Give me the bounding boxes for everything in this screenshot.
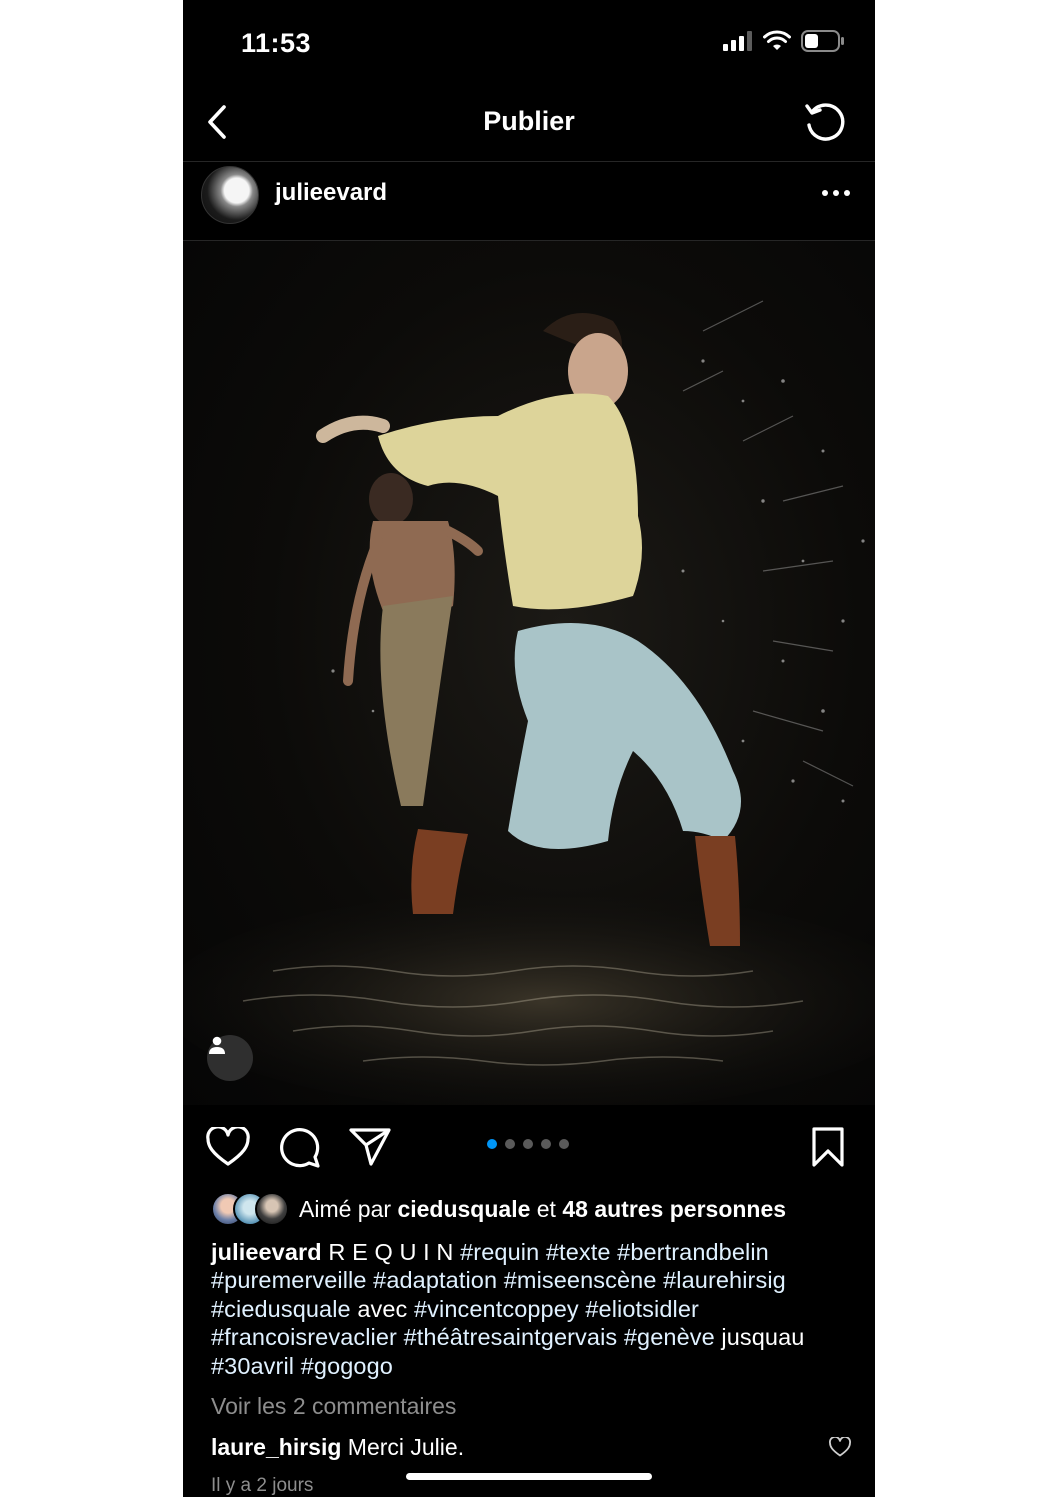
paper-plane-icon xyxy=(349,1127,391,1172)
status-bar: 11:53 xyxy=(183,0,875,88)
wifi-icon xyxy=(763,30,791,57)
likes-text: Aimé par ciedusquale et 48 autres person… xyxy=(299,1196,786,1223)
page-title: Publier xyxy=(483,106,575,136)
home-indicator[interactable] xyxy=(406,1473,652,1480)
comment-username[interactable]: laure_hirsig xyxy=(211,1434,341,1460)
hashtag-link[interactable]: #miseenscène xyxy=(504,1267,657,1293)
post-caption: julieevard R E Q U I N #requin #texte #b… xyxy=(211,1238,851,1380)
comment-like-button[interactable] xyxy=(829,1436,851,1461)
likes-summary[interactable]: Aimé par ciedusquale et 48 autres person… xyxy=(211,1191,786,1227)
hashtag-link[interactable]: #texte xyxy=(546,1239,611,1265)
like-button[interactable] xyxy=(205,1124,251,1172)
caption-fragment xyxy=(397,1324,404,1350)
hashtag-link[interactable]: #genève xyxy=(624,1324,715,1350)
nav-bar: Publier xyxy=(183,88,875,160)
likes-prefix: Aimé par xyxy=(299,1195,392,1222)
carousel-dot xyxy=(505,1139,515,1149)
hashtag-link[interactable]: #puremerveille xyxy=(211,1267,367,1293)
liker-avatar xyxy=(255,1192,289,1226)
signal-icon xyxy=(723,31,753,56)
hashtag-link[interactable]: #30avril xyxy=(211,1353,294,1379)
caption-fragment xyxy=(617,1324,624,1350)
hashtag-link[interactable]: #eliotsidler xyxy=(585,1296,699,1322)
view-comments-link[interactable]: Voir les 2 commentaires xyxy=(211,1393,456,1420)
user-tag-button[interactable] xyxy=(207,1035,253,1081)
refresh-icon xyxy=(803,103,849,150)
caption-username[interactable]: julieevard xyxy=(211,1239,322,1265)
comment-icon xyxy=(279,1126,321,1173)
action-bar xyxy=(183,1118,875,1178)
refresh-button[interactable] xyxy=(803,100,849,146)
save-button[interactable] xyxy=(805,1126,851,1172)
status-time: 11:53 xyxy=(241,28,312,58)
share-button[interactable] xyxy=(347,1126,393,1172)
hashtag-link[interactable]: #théâtresaintgervais xyxy=(404,1324,618,1350)
bookmark-icon xyxy=(811,1126,845,1172)
carousel-dot xyxy=(487,1139,497,1149)
carousel-dot xyxy=(559,1139,569,1149)
caption-fragment xyxy=(539,1239,546,1265)
likes-others[interactable]: 48 autres personnes xyxy=(562,1196,786,1222)
more-horizontal-icon xyxy=(821,184,851,202)
hashtag-link[interactable]: #vincentcoppey xyxy=(414,1296,579,1322)
caption-fragment xyxy=(497,1267,504,1293)
hashtag-link[interactable]: #gogogo xyxy=(301,1353,393,1379)
post-image[interactable] xyxy=(183,241,875,1105)
caption-fragment: R E Q U I N xyxy=(321,1239,461,1265)
hashtag-link[interactable]: #bertrandbelin xyxy=(617,1239,769,1265)
hashtag-link[interactable]: #requin xyxy=(460,1239,539,1265)
comment-item: laure_hirsig Merci Julie. xyxy=(211,1434,464,1461)
hashtag-link[interactable]: #laurehirsig xyxy=(663,1267,786,1293)
hashtag-link[interactable]: #adaptation xyxy=(373,1267,497,1293)
hashtag-link[interactable]: #francoisrevaclier xyxy=(211,1324,397,1350)
avatar[interactable] xyxy=(201,166,259,224)
caption-fragment: jusquau xyxy=(714,1324,805,1351)
caption-fragment xyxy=(294,1353,301,1379)
comment-button[interactable] xyxy=(277,1126,323,1172)
phone-screen: 11:53 Publier julieevard Aimé par ciedus… xyxy=(183,0,875,1497)
stage-photo-illustration xyxy=(183,300,875,1105)
carousel-dot xyxy=(523,1139,533,1149)
carousel-dot xyxy=(541,1139,551,1149)
background-dancer xyxy=(343,473,483,806)
post-username[interactable]: julieevard xyxy=(275,179,387,207)
heart-icon xyxy=(829,1436,851,1461)
status-icons xyxy=(723,30,845,57)
post-time-ago: Il y a 2 jours xyxy=(211,1475,314,1496)
caption-fragment: avec xyxy=(350,1295,415,1322)
comment-text: Merci Julie. xyxy=(347,1434,465,1460)
hashtag-link[interactable]: #ciedusquale xyxy=(211,1296,351,1322)
more-options-button[interactable] xyxy=(819,176,853,210)
battery-icon xyxy=(801,30,845,57)
post-header: julieevard xyxy=(183,162,875,240)
carousel-indicator xyxy=(487,1139,569,1149)
heart-icon xyxy=(206,1124,250,1172)
likes-user[interactable]: ciedusquale xyxy=(397,1196,530,1222)
likes-middle: et xyxy=(536,1195,556,1222)
